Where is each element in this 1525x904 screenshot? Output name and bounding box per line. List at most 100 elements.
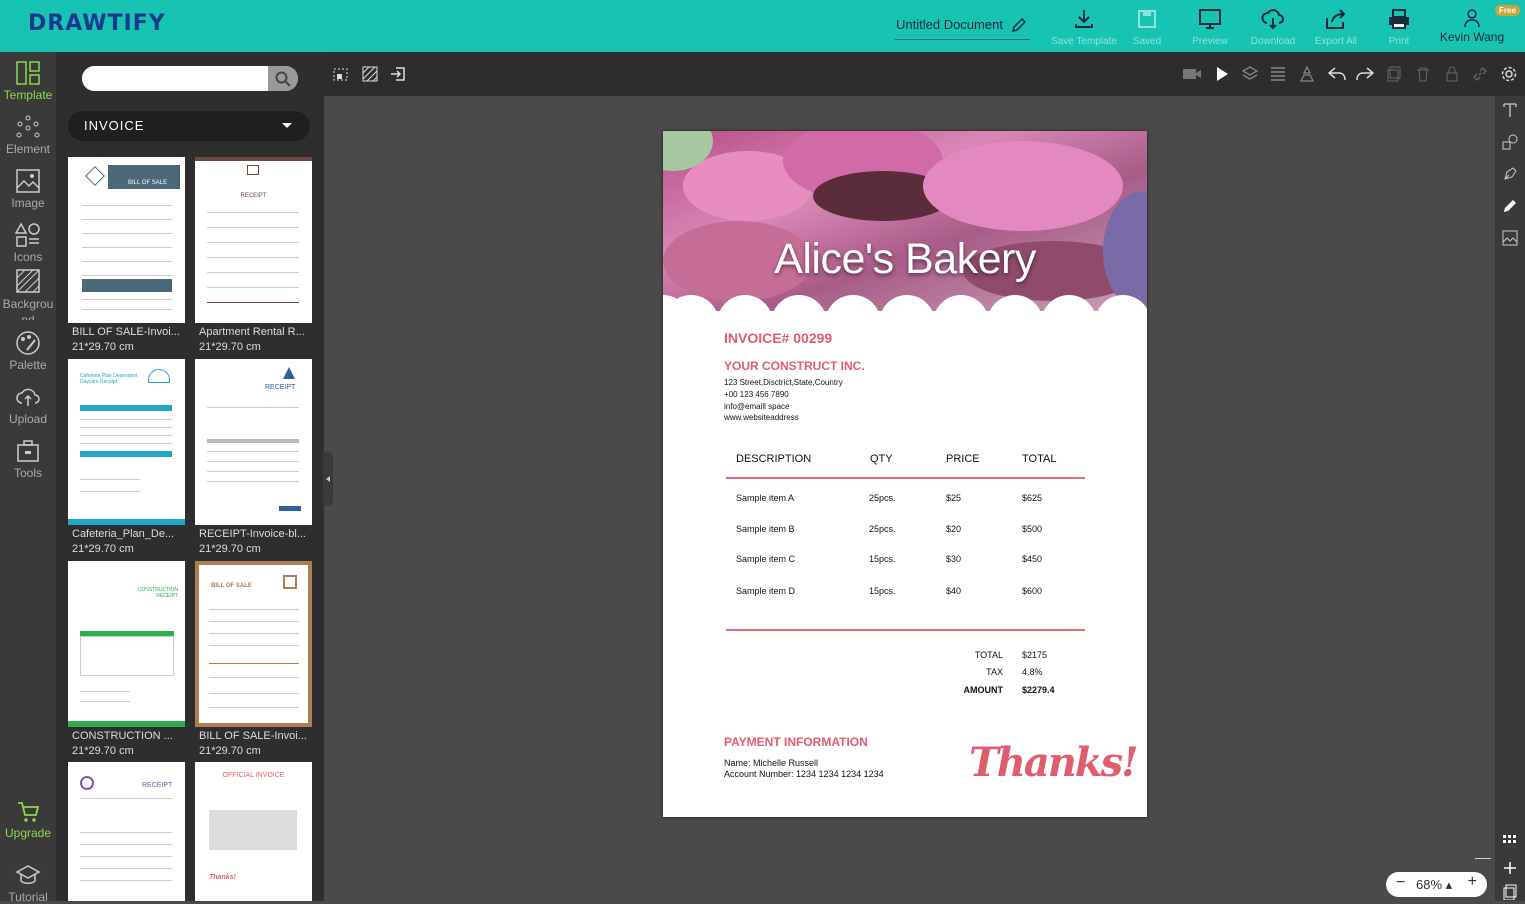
nav-element[interactable]: Element (0, 114, 56, 156)
trash-icon[interactable] (1415, 66, 1431, 82)
saved-button[interactable]: Saved (1114, 8, 1180, 50)
import-icon[interactable] (390, 66, 406, 82)
template-card[interactable]: RECEIPT (68, 762, 185, 901)
search-box[interactable] (82, 66, 298, 91)
email-line[interactable]: info@emaill space (724, 402, 789, 411)
template-card[interactable]: BILL OF SALE BILL OF SALE-Invoi... 21*29… (68, 157, 185, 353)
save-icon (1138, 10, 1156, 28)
plan-badge: Free (1495, 5, 1520, 16)
nav-background[interactable]: Backgrou nd (0, 268, 56, 320)
category-dropdown[interactable]: INVOICE (68, 111, 310, 141)
layers-icon[interactable] (1242, 66, 1258, 82)
template-thumbnail[interactable]: RECEIPT (195, 157, 312, 323)
export-all-button[interactable]: Export All (1303, 8, 1369, 50)
tax-label[interactable]: TAX (986, 667, 1003, 677)
nav-upload[interactable]: Upload (0, 384, 56, 426)
zoom-out-button[interactable]: − (1396, 874, 1405, 892)
gear-icon[interactable] (1501, 66, 1517, 82)
company-name[interactable]: YOUR CONSTRUCT INC. (724, 359, 865, 373)
template-thumbnail[interactable]: BILL OF SALE (195, 561, 312, 727)
template-thumbnail[interactable]: RECEIPT (68, 762, 185, 901)
text-icon[interactable] (1502, 102, 1518, 118)
pen-tool-icon[interactable] (1502, 166, 1518, 182)
group-icon[interactable] (1299, 66, 1315, 82)
nav-tools[interactable]: Tools (0, 438, 56, 480)
nav-icons[interactable]: Icons (0, 222, 56, 264)
total-value[interactable]: $2175 (1022, 650, 1047, 660)
redo-icon[interactable] (1356, 66, 1374, 82)
bakery-title[interactable]: Alice's Bakery (663, 235, 1147, 284)
select-area-icon[interactable] (333, 66, 349, 82)
search-input[interactable] (82, 66, 268, 91)
row-qty: 25pcs. (869, 493, 896, 503)
add-page-icon[interactable] (1502, 860, 1518, 876)
zoom-value[interactable]: 68% ▴ (1416, 877, 1452, 893)
copy-icon[interactable] (1386, 66, 1402, 82)
link-icon[interactable] (1472, 66, 1488, 82)
app-logo[interactable]: DRAWTIFY (28, 11, 166, 36)
template-card[interactable]: CONSTRUCTION RECEIPT CONSTRUCTION ... 21… (68, 561, 185, 757)
pattern-icon[interactable] (362, 66, 378, 82)
payment-account[interactable]: Account Number: 1234 1234 1234 1234 (724, 769, 884, 779)
search-button[interactable] (268, 66, 298, 91)
col-header-price[interactable]: PRICE (946, 453, 980, 465)
print-button[interactable]: Print (1366, 8, 1432, 50)
pages-icon[interactable] (1502, 884, 1518, 900)
nav-upgrade[interactable]: Upgrade (0, 800, 56, 840)
template-thumbnail[interactable]: CONSTRUCTION RECEIPT (68, 561, 185, 727)
amount-value[interactable]: $2279.4 (1022, 685, 1055, 695)
hero-image[interactable]: Alice's Bakery (663, 131, 1147, 311)
align-icon[interactable] (1270, 66, 1286, 82)
nav-image[interactable]: Image (0, 168, 56, 210)
template-card[interactable]: RECEIPT RECEIPT-Invoice-bl... 21*29.70 c… (195, 359, 312, 555)
category-value: INVOICE (84, 118, 145, 133)
template-thumbnail[interactable]: Cafeteria Plan Dependent Daycare Receipt (68, 359, 185, 525)
thanks-text[interactable]: Thanks! (969, 739, 1139, 786)
document-title-text[interactable]: Untitled Document (896, 17, 1003, 32)
col-header-total[interactable]: TOTAL (1022, 453, 1056, 465)
document-canvas[interactable]: Alice's Bakery INVOICE# 00299 YOUR CONST… (663, 131, 1147, 817)
nav-tutorial[interactable]: Tutorial (0, 862, 56, 904)
address-line[interactable]: 123 Street,Disctrict,State,Country (724, 378, 843, 387)
lock-icon[interactable] (1444, 66, 1460, 82)
phone-line[interactable]: +00 123 456 7890 (724, 390, 789, 399)
zoom-in-button[interactable]: + (1468, 873, 1477, 891)
row-qty: 25pcs. (869, 524, 896, 534)
payment-name[interactable]: Name: Michelle Russell (724, 758, 818, 768)
printer-icon (1389, 9, 1409, 29)
nav-template[interactable]: Template (0, 60, 56, 102)
template-thumbnail[interactable]: RECEIPT (195, 359, 312, 525)
shapes-icon[interactable] (1502, 134, 1518, 150)
play-icon[interactable] (1214, 66, 1230, 82)
nav-palette[interactable]: Palette (0, 330, 56, 372)
invoice-number[interactable]: INVOICE# 00299 (724, 330, 832, 346)
template-thumbnail[interactable]: OFFICIAL INVOICE Thanks! (195, 762, 312, 901)
download-button[interactable]: Download (1240, 8, 1306, 50)
template-card[interactable]: OFFICIAL INVOICE Thanks! (195, 762, 312, 901)
image-icon[interactable] (1502, 230, 1518, 246)
website-line[interactable]: www.websiteaddress (724, 413, 799, 422)
save-template-button[interactable]: Save Template (1051, 8, 1117, 50)
tax-value[interactable]: 4.8% (1022, 667, 1043, 677)
zoom-control[interactable]: − 68% ▴ + (1386, 872, 1487, 897)
video-icon[interactable] (1182, 66, 1202, 82)
nav-upgrade-label: Upgrade (4, 826, 52, 840)
total-label[interactable]: TOTAL (975, 650, 1003, 660)
document-title[interactable]: Untitled Document (895, 16, 1030, 40)
grid-icon[interactable] (1502, 834, 1518, 850)
payment-title[interactable]: PAYMENT INFORMATION (724, 735, 868, 749)
pencil-icon[interactable] (1010, 16, 1028, 34)
undo-icon[interactable] (1328, 66, 1346, 82)
background-icon (16, 269, 40, 293)
panel-collapse-handle[interactable] (323, 452, 333, 506)
preview-button[interactable]: Preview (1177, 8, 1243, 50)
col-header-description[interactable]: DESCRIPTION (736, 453, 811, 465)
thumb-title: RECEIPT (240, 193, 267, 199)
template-card[interactable]: RECEIPT Apartment Rental R... 21*29.70 c… (195, 157, 312, 353)
template-thumbnail[interactable]: BILL OF SALE (68, 157, 185, 323)
template-card[interactable]: BILL OF SALE BILL OF SALE-Invoi... 21*29… (195, 561, 312, 757)
template-card[interactable]: Cafeteria Plan Dependent Daycare Receipt… (68, 359, 185, 555)
pencil-icon[interactable] (1502, 198, 1518, 214)
amount-label[interactable]: AMOUNT (964, 685, 1004, 695)
col-header-qty[interactable]: QTY (870, 453, 893, 465)
